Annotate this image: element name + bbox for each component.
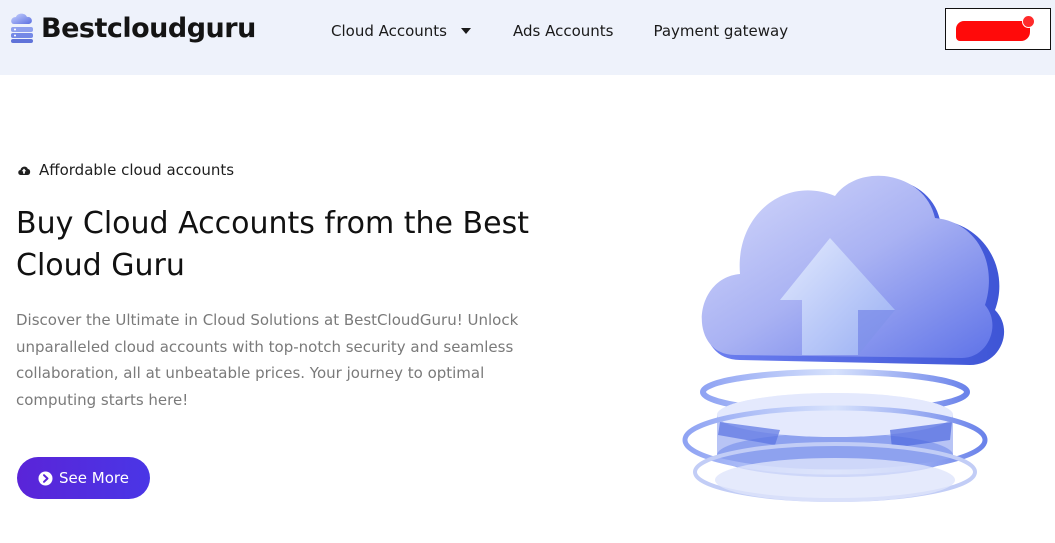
chevron-circle-right-icon xyxy=(38,471,53,485)
redacted-cart-icon xyxy=(956,21,1030,41)
site-header: Bestcloudguru Cloud Accounts Ads Account… xyxy=(0,0,1055,75)
hero-tagline: Affordable cloud accounts xyxy=(17,161,234,179)
tagline-text: Affordable cloud accounts xyxy=(39,161,235,179)
brand-logo[interactable]: Bestcloudguru xyxy=(8,12,256,44)
hero-description: Discover the Ultimate in Cloud Solutions… xyxy=(16,311,519,409)
server-stack-icon xyxy=(11,13,33,43)
nav-ads-accounts[interactable]: Ads Accounts xyxy=(513,22,613,40)
see-more-label: See More xyxy=(59,469,129,487)
brand-name: Bestcloudguru xyxy=(41,12,256,44)
nav-payment-gateway[interactable]: Payment gateway xyxy=(653,22,788,40)
cart-count-badge xyxy=(1022,15,1035,28)
nav-payment-gateway-label: Payment gateway xyxy=(653,22,789,40)
nav-cloud-accounts-label: Cloud Accounts xyxy=(331,22,447,40)
nav-cloud-accounts[interactable]: Cloud Accounts xyxy=(331,22,473,40)
cart-button[interactable] xyxy=(945,8,1051,50)
hero-title: Buy Cloud Accounts from the Best Cloud G… xyxy=(16,206,529,283)
cloud-upload-illustration xyxy=(682,175,1005,502)
cloud-upload-icon xyxy=(18,166,31,175)
nav-ads-accounts-label: Ads Accounts xyxy=(513,22,614,40)
main-nav: Cloud Accounts Ads Accounts Payment gate… xyxy=(331,22,788,40)
see-more-button[interactable]: See More xyxy=(17,457,150,499)
caret-down-icon xyxy=(461,28,471,34)
